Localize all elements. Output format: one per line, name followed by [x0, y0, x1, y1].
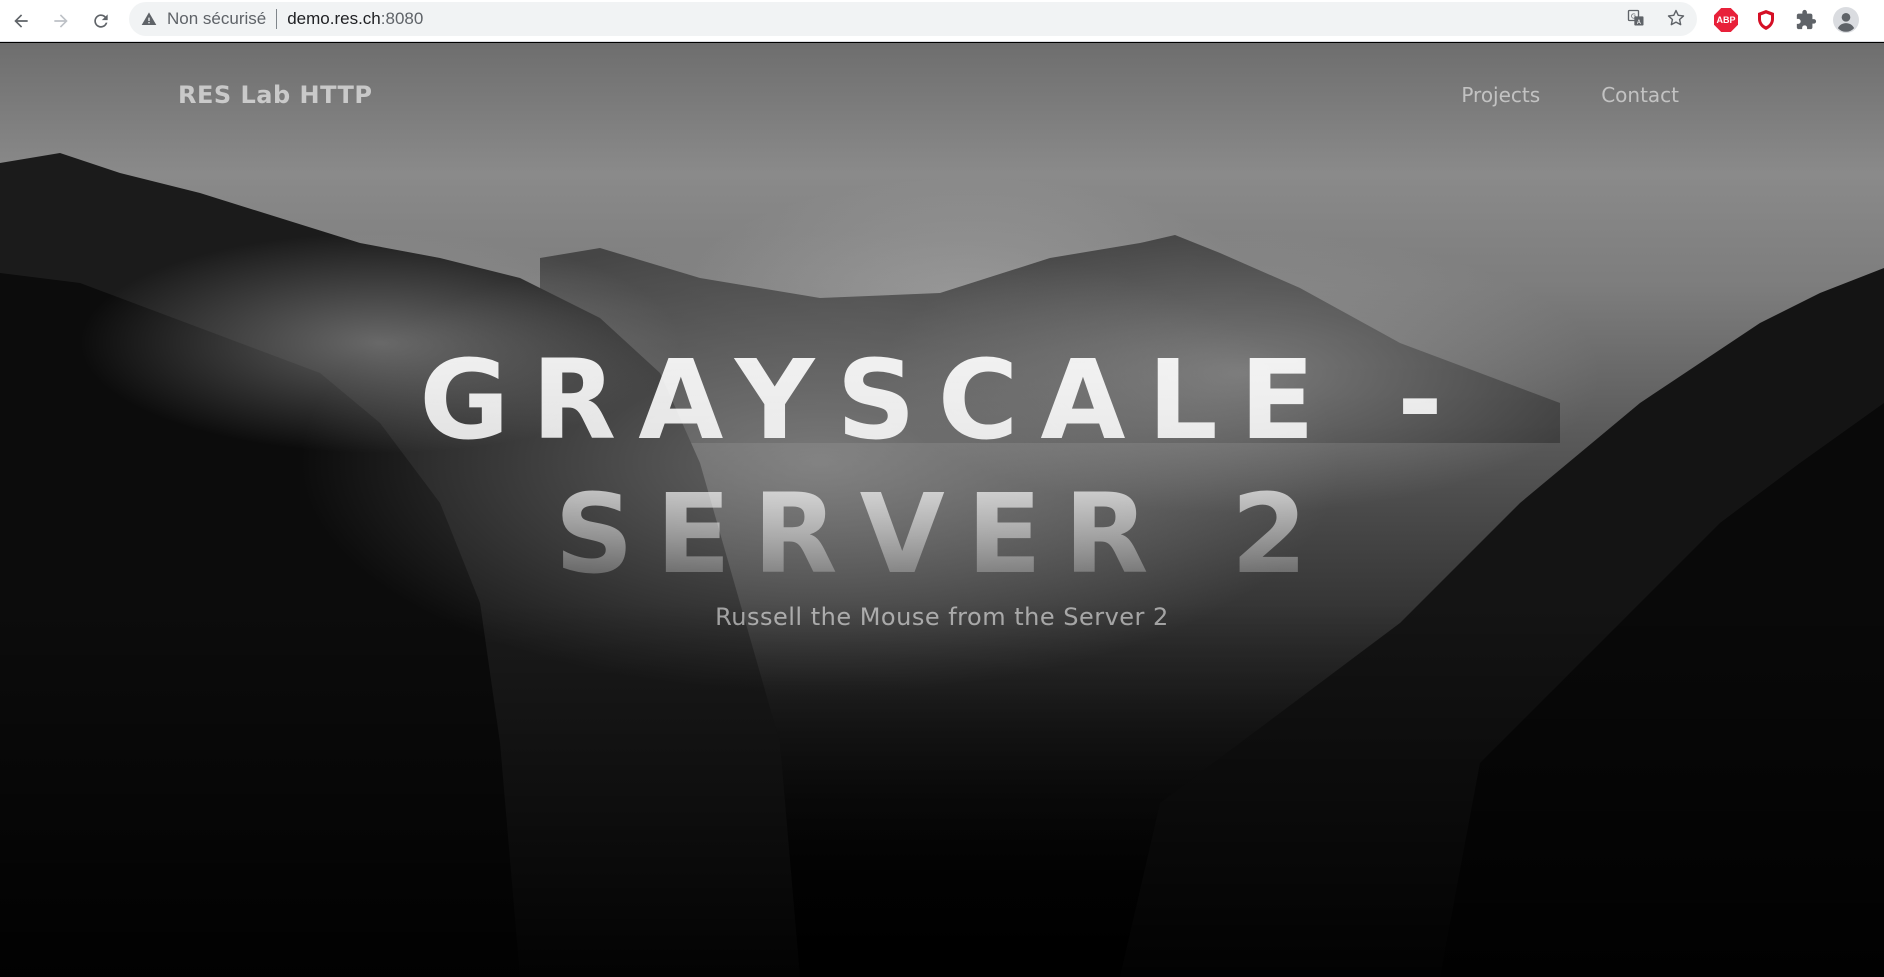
back-icon	[14, 14, 28, 28]
adblock-plus-icon: ABP	[1714, 8, 1738, 32]
hero-subtitle: Russell the Mouse from the Server 2	[715, 603, 1169, 631]
forward-icon	[54, 14, 68, 28]
reload-icon	[94, 14, 108, 28]
forward-button[interactable]	[46, 6, 76, 36]
site-brand[interactable]: RES Lab HTTP	[178, 81, 373, 109]
extensions-button[interactable]	[1793, 7, 1819, 33]
profile-avatar-icon	[1833, 7, 1859, 33]
extensions-puzzle-icon	[1796, 9, 1817, 30]
profile-button[interactable]	[1833, 7, 1859, 33]
reload-button[interactable]	[86, 6, 116, 36]
nav-link-projects[interactable]: Projects	[1461, 83, 1540, 107]
shield-extension-icon	[1758, 10, 1774, 30]
bookmark-button[interactable]	[1665, 7, 1687, 29]
webpage-viewport: RES Lab HTTP Projects Contact GRAYSCALE …	[0, 43, 1884, 977]
svg-text:A: A	[1637, 20, 1641, 26]
url-host: demo.res.ch	[287, 9, 381, 28]
bookmark-star-icon	[1667, 9, 1685, 26]
security-status[interactable]: Non sécurisé	[167, 9, 266, 29]
translate-button[interactable]: GA	[1625, 7, 1647, 29]
warning-icon	[141, 12, 157, 25]
shield-extension-button[interactable]	[1753, 7, 1779, 33]
site-nav: Projects Contact	[1461, 83, 1679, 107]
back-button[interactable]	[6, 6, 36, 36]
url-port: :8080	[380, 9, 424, 28]
address-bar[interactable]: Non sécurisé demo.res.ch:8080	[129, 2, 1697, 36]
hero-title: GRAYSCALE - SERVER 2	[0, 333, 1884, 601]
browser-toolbar: Non sécurisé demo.res.ch:8080 GA ABP	[0, 0, 1884, 42]
nav-link-contact[interactable]: Contact	[1601, 83, 1679, 107]
adblock-extension-button[interactable]: ABP	[1713, 7, 1739, 33]
translate-icon: GA	[1627, 9, 1644, 26]
hero-title-line-1: GRAYSCALE -	[419, 336, 1465, 464]
hero-title-line-2: SERVER 2	[554, 470, 1330, 598]
address-separator	[276, 9, 278, 29]
